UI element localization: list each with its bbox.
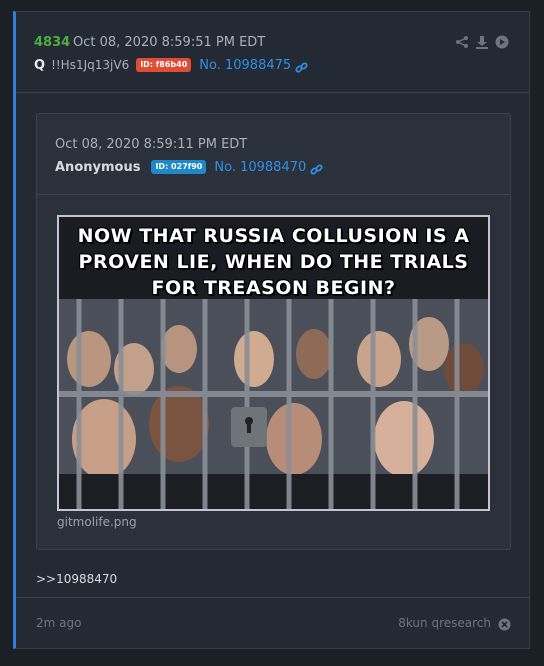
link-icon[interactable] (310, 161, 323, 175)
post-card: 4834 Oct 08, 2020 8:59:51 PM EDT Q !!Hs1… (13, 11, 530, 649)
page: 4834 Oct 08, 2020 8:59:51 PM EDT Q !!Hs1… (0, 0, 544, 666)
download-icon[interactable] (475, 34, 489, 49)
post-date: Oct 08, 2020 8:59:51 PM EDT (73, 35, 266, 50)
post-footer: 2m ago 8kun qresearch (16, 597, 529, 648)
close-icon[interactable] (498, 616, 511, 631)
quoted-author: Anonymous (55, 159, 141, 175)
board-name[interactable]: 8kun qresearch (398, 616, 491, 630)
image-filename[interactable]: gitmolife.png (57, 515, 137, 529)
post-actions (455, 34, 509, 49)
open-icon[interactable] (495, 34, 509, 49)
post-number[interactable]: 4834 (34, 35, 70, 50)
image-scene (59, 299, 488, 509)
quoted-meta: Anonymous ID: 027f90 No. 10988470 (55, 158, 323, 176)
post-number-link[interactable]: No. 10988475 (199, 58, 291, 73)
time-ago: 2m ago (36, 616, 82, 630)
quoted-id-badge[interactable]: ID: 027f90 (151, 160, 207, 174)
post-body[interactable]: >>10988470 (36, 572, 117, 586)
image-text-line-3: FOR TREASON BEGIN? (151, 277, 396, 299)
quoted-post: Oct 08, 2020 8:59:11 PM EDT Anonymous ID… (36, 113, 511, 550)
post-author: Q (34, 57, 46, 73)
share-icon[interactable] (455, 34, 469, 48)
attached-image[interactable]: NOW THAT RUSSIA COLLUSION IS A PROVEN LI… (57, 215, 490, 511)
quoted-number-link[interactable]: No. 10988470 (214, 160, 306, 175)
quoted-header: Oct 08, 2020 8:59:11 PM EDT Anonymous ID… (37, 114, 510, 195)
post-meta: Q !!Hs1Jq13jV6 ID: f86b40 No. 10988475 (34, 56, 308, 74)
image-text-line-1: NOW THAT RUSSIA COLLUSION IS A (77, 225, 470, 247)
link-icon[interactable] (295, 59, 308, 73)
post-id-badge[interactable]: ID: f86b40 (136, 58, 192, 72)
post-tripcode: !!Hs1Jq13jV6 (51, 58, 130, 72)
post-header: 4834 Oct 08, 2020 8:59:51 PM EDT Q !!Hs1… (16, 12, 529, 93)
quoted-date: Oct 08, 2020 8:59:11 PM EDT (55, 137, 248, 152)
image-text-line-2: PROVEN LIE, WHEN DO THE TRIALS (78, 251, 469, 273)
